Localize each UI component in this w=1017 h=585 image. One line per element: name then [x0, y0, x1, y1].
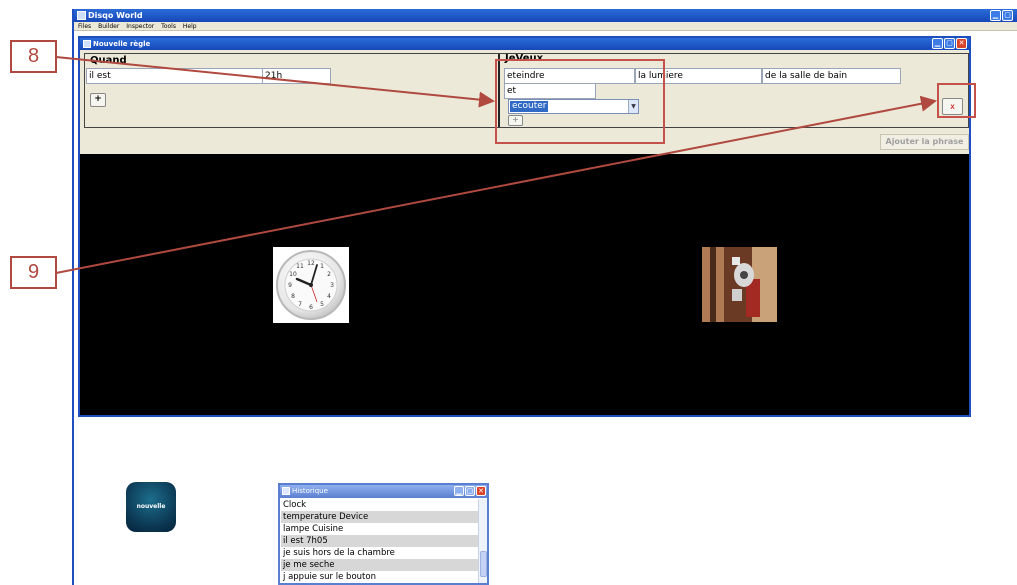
list-item[interactable]: j appuie sur le bouton [281, 571, 479, 583]
quand-field-subject[interactable]: il est [86, 68, 263, 84]
rule-titlebar[interactable]: Nouvelle règle ▁ ▢ ✕ [80, 38, 969, 50]
history-window-controls: ▁ ▢ ✕ [454, 486, 486, 496]
svg-text:5: 5 [320, 301, 324, 308]
svg-text:1: 1 [320, 263, 324, 270]
menu-builder[interactable]: Builder [98, 23, 119, 30]
new-phrase-label: nouvelle phrase [136, 503, 166, 560]
history-minimize-button[interactable]: ▁ [454, 486, 464, 496]
app-title: Disqo World [88, 11, 143, 20]
menu-tools[interactable]: Tools [161, 23, 176, 30]
history-list: Clock temperature Device lampe Cuisine i… [281, 499, 479, 583]
svg-text:4: 4 [327, 293, 331, 300]
rule-minimize-button[interactable]: ▁ [932, 38, 943, 49]
veux-field-location[interactable]: de la salle de bain [762, 68, 901, 84]
list-item[interactable]: temperature Device [281, 511, 479, 523]
annotation-callout-9: 9 [10, 256, 57, 289]
device-canvas: 12 1 2 3 4 5 6 7 8 9 10 11 [80, 154, 969, 415]
annotation-highlight-box-8 [495, 59, 665, 144]
rule-close-button[interactable]: ✕ [956, 38, 967, 49]
app-maximize-button[interactable]: ▢ [1002, 10, 1013, 21]
quand-title: Quand [90, 55, 127, 66]
svg-text:7: 7 [298, 301, 302, 308]
history-title: Historique [292, 487, 328, 495]
svg-text:11: 11 [296, 263, 304, 270]
history-scroll-thumb[interactable] [480, 551, 487, 577]
annotation-callout-8: 8 [10, 40, 57, 73]
rule-window-controls: ▁ ▢ ✕ [932, 38, 967, 49]
history-scrollbar[interactable] [478, 499, 487, 583]
screenshot-stage: Disqo World ▁ ▢ Files Builder Inspector … [0, 0, 1017, 585]
svg-text:2: 2 [327, 271, 331, 278]
annotation-highlight-box-9 [937, 83, 976, 118]
add-sentence-button[interactable]: Ajouter la phrase [880, 134, 969, 150]
menu-help[interactable]: Help [183, 23, 197, 30]
camera-device-tile[interactable] [702, 247, 777, 322]
app-window-controls: ▁ ▢ [990, 10, 1013, 21]
rule-window-icon [83, 40, 91, 48]
clock-icon: 12 1 2 3 4 5 6 7 8 9 10 11 [276, 250, 346, 320]
history-close-button[interactable]: ✕ [476, 486, 486, 496]
app-minimize-button[interactable]: ▁ [990, 10, 1001, 21]
svg-text:6: 6 [309, 304, 313, 311]
menu-inspector[interactable]: Inspector [126, 23, 154, 30]
history-window: Historique ▁ ▢ ✕ Clock temperature Devic… [278, 483, 489, 585]
history-maximize-button[interactable]: ▢ [465, 486, 475, 496]
list-item[interactable]: je me seche [281, 559, 479, 571]
quand-add-button[interactable]: + [90, 93, 106, 107]
rule-maximize-button[interactable]: ▢ [944, 38, 955, 49]
camera-device-icon [702, 247, 777, 322]
new-phrase-button[interactable]: nouvelle phrase [126, 482, 176, 560]
svg-text:9: 9 [288, 282, 292, 289]
svg-text:12: 12 [307, 260, 315, 267]
list-item[interactable]: lampe Cuisine [281, 523, 479, 535]
svg-text:3: 3 [330, 282, 334, 289]
app-menubar: Files Builder Inspector Tools Help [74, 22, 1017, 31]
svg-text:8: 8 [291, 293, 295, 300]
history-window-icon [282, 487, 290, 495]
quand-field-value[interactable]: 21h [262, 68, 331, 84]
quand-section: Quand il est 21h + [85, 54, 500, 127]
menu-files[interactable]: Files [78, 23, 91, 30]
app-window-icon [77, 11, 86, 20]
history-titlebar[interactable]: Historique ▁ ▢ ✕ [280, 485, 487, 498]
rule-window-title: Nouvelle règle [93, 40, 151, 48]
list-item[interactable]: il est 7h05 [281, 535, 479, 547]
list-item[interactable]: je suis hors de la chambre [281, 547, 479, 559]
clock-device-tile[interactable]: 12 1 2 3 4 5 6 7 8 9 10 11 [273, 247, 349, 323]
app-titlebar[interactable]: Disqo World [74, 9, 1017, 22]
svg-text:10: 10 [289, 271, 297, 278]
list-item[interactable]: Clock [281, 499, 479, 511]
